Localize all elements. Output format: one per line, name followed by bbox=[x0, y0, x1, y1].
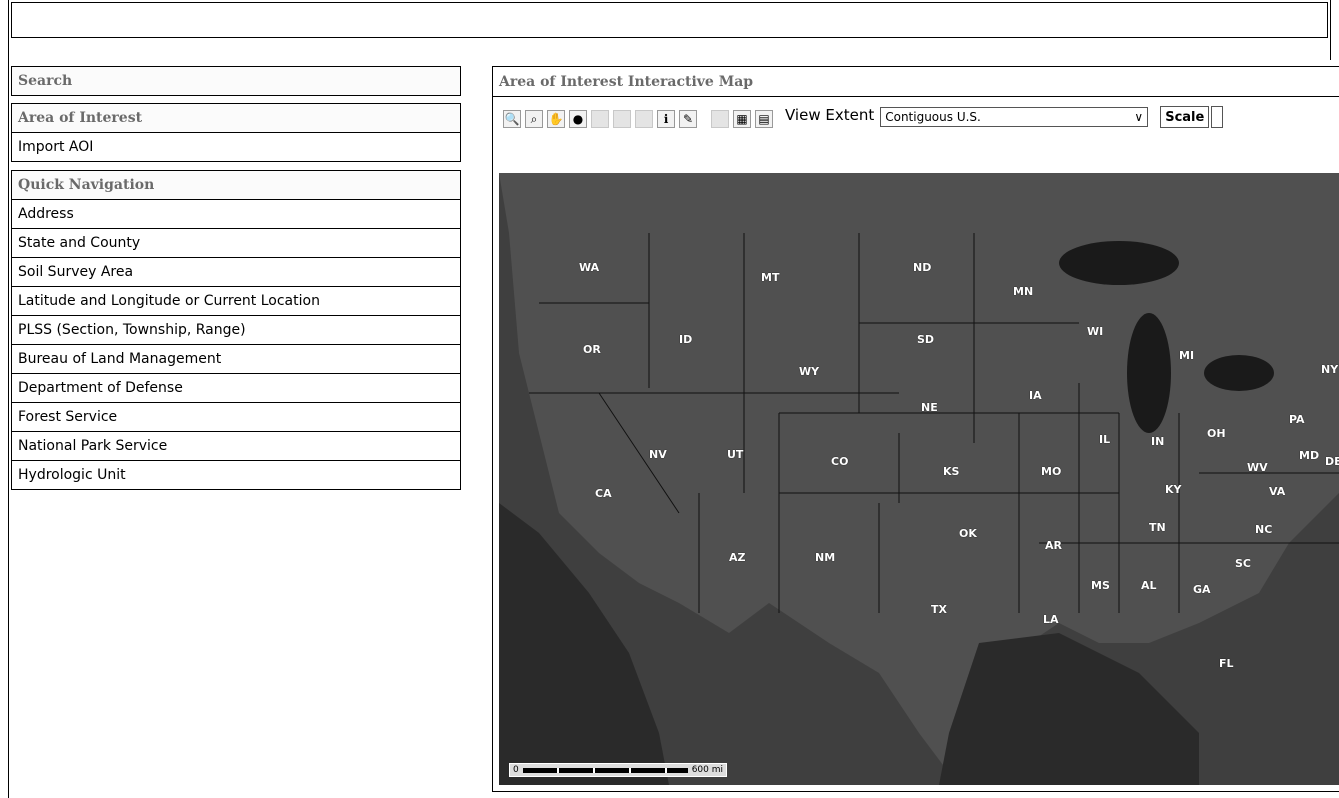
state-label: LA bbox=[1043, 613, 1059, 626]
state-label: SD bbox=[917, 333, 935, 346]
state-label: OH bbox=[1207, 427, 1226, 440]
state-label: IL bbox=[1099, 433, 1111, 446]
view-extent-value: Contiguous U.S. bbox=[885, 110, 981, 124]
state-label: WV bbox=[1247, 461, 1268, 474]
globe-icon[interactable]: ● bbox=[569, 110, 587, 128]
state-label: IN bbox=[1151, 435, 1165, 448]
nav-item-national-park-service[interactable]: National Park Service bbox=[11, 431, 461, 461]
state-label: AZ bbox=[729, 551, 746, 564]
state-label: MS bbox=[1091, 579, 1110, 592]
state-label: UT bbox=[727, 448, 744, 461]
state-label: NY bbox=[1321, 363, 1339, 376]
nav-item-blm[interactable]: Bureau of Land Management bbox=[11, 344, 461, 374]
nav-item-hydrologic-unit[interactable]: Hydrologic Unit bbox=[11, 460, 461, 490]
chevron-down-icon: ∨ bbox=[1134, 110, 1144, 124]
state-label: CO bbox=[831, 455, 849, 468]
state-label: MD bbox=[1299, 449, 1320, 462]
nav-item-dod[interactable]: Department of Defense bbox=[11, 373, 461, 403]
aoi-panel: Area of Interest Import AOI bbox=[11, 103, 461, 162]
state-label: KY bbox=[1165, 483, 1182, 496]
state-label: KS bbox=[943, 465, 960, 478]
state-label: DE bbox=[1325, 455, 1339, 468]
blank-tool-icon[interactable] bbox=[635, 110, 653, 128]
state-label: MO bbox=[1041, 465, 1062, 478]
grid-tool-icon[interactable]: ▤ bbox=[755, 110, 773, 128]
state-label: CA bbox=[595, 487, 612, 500]
state-label: WI bbox=[1087, 325, 1104, 338]
interactive-map[interactable]: WA MT ND MN OR ID SD WI MI NY WY IA NE P… bbox=[499, 173, 1339, 785]
state-label: MN bbox=[1013, 285, 1034, 298]
state-label: NV bbox=[649, 448, 667, 461]
state-label: FL bbox=[1219, 657, 1234, 670]
state-label: VA bbox=[1269, 485, 1286, 498]
blank-tool-icon[interactable] bbox=[711, 110, 729, 128]
state-label: AL bbox=[1141, 579, 1157, 592]
state-label: TN bbox=[1149, 521, 1166, 534]
scale-bar-graphic bbox=[522, 767, 688, 773]
frame-right-border bbox=[1330, 0, 1331, 60]
pan-hand-icon[interactable]: ✋ bbox=[547, 110, 565, 128]
measure-pencil-icon[interactable]: ✎ bbox=[679, 110, 697, 128]
quick-navigation-panel: Quick Navigation Address State and Count… bbox=[11, 170, 461, 490]
view-extent-label: View Extent bbox=[785, 106, 875, 124]
state-label: NC bbox=[1255, 523, 1273, 536]
quick-navigation-header[interactable]: Quick Navigation bbox=[11, 170, 461, 200]
state-label: AR bbox=[1045, 539, 1062, 552]
state-label: NM bbox=[815, 551, 836, 564]
search-header[interactable]: Search bbox=[11, 66, 461, 96]
state-label: ND bbox=[913, 261, 932, 274]
zoom-out-icon[interactable]: ⌕ bbox=[525, 110, 543, 128]
nav-item-plss[interactable]: PLSS (Section, Township, Range) bbox=[11, 315, 461, 345]
state-label: WY bbox=[799, 365, 820, 378]
import-aoi-item[interactable]: Import AOI bbox=[11, 132, 461, 162]
nav-item-state-county[interactable]: State and County bbox=[11, 228, 461, 258]
scale-bar-text: 600 mi bbox=[691, 765, 723, 775]
scale-button[interactable]: Scale bbox=[1160, 106, 1210, 128]
state-label: WA bbox=[579, 261, 600, 274]
next-tool-button[interactable] bbox=[1211, 106, 1224, 128]
state-label: PA bbox=[1289, 413, 1305, 426]
search-panel: Search bbox=[11, 66, 461, 96]
view-extent-select[interactable]: Contiguous U.S. ∨ bbox=[880, 107, 1149, 127]
scale-bar-start: 0 bbox=[513, 765, 519, 775]
state-label: GA bbox=[1193, 583, 1211, 596]
state-label: MT bbox=[761, 271, 780, 284]
nav-item-lat-long[interactable]: Latitude and Longitude or Current Locati… bbox=[11, 286, 461, 316]
state-label: NE bbox=[921, 401, 938, 414]
zoom-in-icon[interactable]: 🔍 bbox=[503, 110, 521, 128]
nav-item-address[interactable]: Address bbox=[11, 199, 461, 229]
map-toolbar: 🔍 ⌕ ✋ ● ℹ ✎ ▦ ▤ View Extent Contiguous U… bbox=[503, 106, 1224, 131]
state-label: TX bbox=[931, 603, 947, 616]
aoi-header[interactable]: Area of Interest bbox=[11, 103, 461, 133]
nav-item-soil-survey-area[interactable]: Soil Survey Area bbox=[11, 257, 461, 287]
state-label: IA bbox=[1029, 389, 1042, 402]
blank-tool-icon[interactable] bbox=[591, 110, 609, 128]
top-bar bbox=[11, 2, 1328, 38]
state-label: OR bbox=[583, 343, 601, 356]
map-panel-title: Area of Interest Interactive Map bbox=[493, 67, 1339, 97]
identify-info-icon[interactable]: ℹ bbox=[657, 110, 675, 128]
state-label: ID bbox=[679, 333, 693, 346]
state-label: SC bbox=[1235, 557, 1251, 570]
blank-tool-icon[interactable] bbox=[613, 110, 631, 128]
nav-item-forest-service[interactable]: Forest Service bbox=[11, 402, 461, 432]
map-scale-bar: 0 600 mi bbox=[509, 763, 727, 777]
grid-tool-icon[interactable]: ▦ bbox=[733, 110, 751, 128]
state-label: OK bbox=[959, 527, 977, 540]
frame-left-border bbox=[8, 0, 9, 798]
map-panel: Area of Interest Interactive Map 🔍 ⌕ ✋ ●… bbox=[492, 66, 1339, 792]
state-label: MI bbox=[1179, 349, 1195, 362]
